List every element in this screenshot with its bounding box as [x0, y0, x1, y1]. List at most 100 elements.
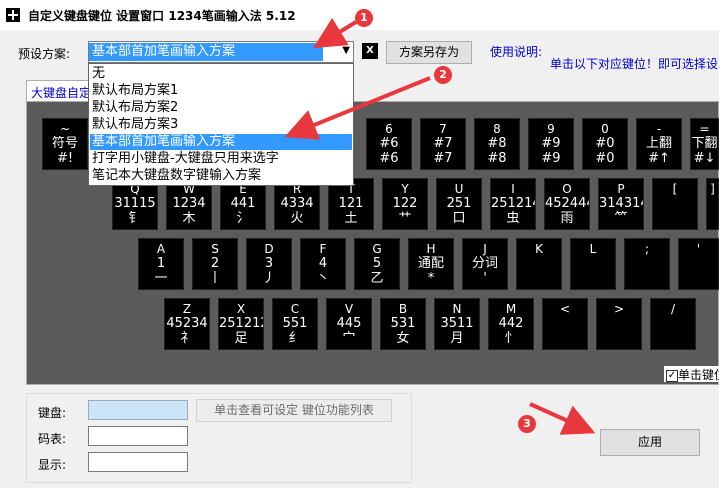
apply-button[interactable]: 应用: [600, 429, 700, 456]
key-row3-3[interactable]: F4丶: [300, 238, 346, 290]
key-label-l3: ': [483, 271, 487, 286]
key-row2-7[interactable]: I251214虫: [490, 178, 536, 230]
key-label-l3: 雨: [560, 211, 574, 226]
key-label-l2: #9: [541, 136, 561, 151]
key-row1-4[interactable]: 9 #9 #9: [528, 118, 574, 170]
key-label-l2: 251: [446, 196, 472, 211]
preset-dropdown-list: 无 默认布局方案1 默认布局方案2 默认布局方案3 基本部首加笔画输入方案 打字…: [88, 63, 354, 186]
preset-option-default-2[interactable]: 默认布局方案2: [90, 100, 352, 116]
key-row1-6[interactable]: - 上翻 #↑: [636, 118, 682, 170]
key-label-l2: 2512121: [219, 316, 263, 331]
key-row4-6[interactable]: M 442 忄: [488, 298, 534, 350]
preset-option-radical-stroke[interactable]: 基本部首加笔画输入方案: [90, 134, 352, 150]
key-row1-7[interactable]: = 下翻 #↓: [690, 118, 719, 170]
key-row4-3[interactable]: V 445 宀: [326, 298, 372, 350]
key-row2-10[interactable]: [: [652, 178, 698, 230]
key-label-l3: #↑: [648, 151, 670, 166]
key-label-l2: 122: [392, 196, 418, 211]
chevron-down-icon[interactable]: ▼: [342, 45, 350, 56]
key-label-l2: 531: [390, 316, 416, 331]
single-click-checkbox[interactable]: ✓单击键位: [664, 366, 719, 382]
key-label-l1: 7: [439, 123, 447, 136]
key-label-l3: #6: [379, 151, 399, 166]
key-label-l1: U: [454, 183, 464, 196]
key-row4-9[interactable]: /: [650, 298, 696, 350]
preset-option-numpad[interactable]: 打字用小键盘-大键盘只用来选字: [90, 151, 352, 167]
key-label-l3: 忄: [504, 331, 518, 346]
display-field[interactable]: [88, 452, 188, 472]
key-label-l2: 通配: [417, 256, 444, 271]
key-row4-1[interactable]: X2512121足: [218, 298, 264, 350]
key-label-l3: 虫: [506, 211, 520, 226]
annotation-arrow-3: [529, 402, 596, 435]
key-label-l2: 4334: [280, 196, 314, 211]
key-row2-8[interactable]: O452444雨: [544, 178, 590, 230]
key-row3-6[interactable]: J 分词 ': [462, 238, 508, 290]
key-row4-5[interactable]: N 3511 月: [434, 298, 480, 350]
key-row3-9[interactable]: ;: [624, 238, 670, 290]
key-label-l2: #7: [433, 136, 453, 151]
key-row1-2[interactable]: 7 #7 #7: [420, 118, 466, 170]
key-row2-5[interactable]: Y 122 艹: [382, 178, 428, 230]
key-row4-0[interactable]: Z 45234 礻: [164, 298, 210, 350]
key-label-l1: K: [535, 243, 543, 256]
key-label-l2: 2: [210, 256, 220, 271]
preset-option-default-1[interactable]: 默认布局方案1: [90, 83, 352, 99]
key-label-l2: #8: [487, 136, 507, 151]
key-label-l2: 上翻: [645, 136, 672, 151]
key-label-l3: 女: [396, 331, 410, 346]
key-label-l2: 3511: [440, 316, 474, 331]
preset-select[interactable]: 基本部首加笔画输入方案 ▼: [88, 41, 354, 63]
key-row3-1[interactable]: S2丨: [192, 238, 238, 290]
key-label-l3: #!: [56, 151, 74, 166]
key-row4-8[interactable]: >: [596, 298, 642, 350]
key-label-l1: H: [426, 243, 436, 256]
key-row1-0[interactable]: ~ 符号 #!: [42, 118, 88, 170]
key-label-l1: /: [670, 303, 676, 316]
clear-preset-button[interactable]: X: [362, 43, 378, 59]
key-row2-6[interactable]: U 251 口: [436, 178, 482, 230]
key-label-l3: #↓: [693, 151, 716, 166]
checkmark-icon[interactable]: ✓: [666, 369, 678, 382]
key-label-l3: 乙: [370, 271, 384, 286]
function-list-button[interactable]: 单击查看可设定 键位功能列表: [196, 399, 392, 422]
preset-option-default-3[interactable]: 默认布局方案3: [90, 117, 352, 133]
key-row3-10[interactable]: ': [678, 238, 719, 290]
key-label-l3: *: [427, 271, 435, 286]
preset-option-none[interactable]: 无: [90, 66, 352, 82]
key-label-l1: Y: [401, 183, 409, 196]
key-field[interactable]: [88, 400, 188, 420]
key-row4-4[interactable]: B 531 女: [380, 298, 426, 350]
key-row3-0[interactable]: A1一: [138, 238, 184, 290]
key-row3-4[interactable]: G5乙: [354, 238, 400, 290]
key-label-l1: ]: [710, 183, 715, 196]
key-label-l1: <: [559, 303, 571, 316]
key-label-l3: 口: [452, 211, 466, 226]
key-row3-2[interactable]: D3丿: [246, 238, 292, 290]
key-label-l2: 45234: [166, 316, 208, 331]
key-label-l2: 3: [264, 256, 274, 271]
key-label-l2: 5: [372, 256, 382, 271]
key-label-l1: X: [236, 303, 246, 316]
preset-option-laptop[interactable]: 笔记本大键盘数字键输入方案: [90, 168, 352, 184]
key-row1-1[interactable]: 6 #6 #6: [366, 118, 412, 170]
key-row3-8[interactable]: L: [570, 238, 616, 290]
key-label-l1: ;: [644, 243, 650, 256]
key-label-l1: S: [211, 243, 219, 256]
tab-big-keyboard[interactable]: 大键盘自定: [26, 80, 96, 102]
app-icon: [6, 8, 20, 22]
key-row1-3[interactable]: 8 #8 #8: [474, 118, 520, 170]
key-row4-2[interactable]: C 551 纟: [272, 298, 318, 350]
key-row2-11[interactable]: ]: [706, 178, 719, 230]
key-row3-7[interactable]: K: [516, 238, 562, 290]
key-row2-9[interactable]: P314314⺮: [598, 178, 644, 230]
key-label-l2: 分词: [471, 256, 498, 271]
annotation-badge-2: 2: [434, 66, 452, 84]
key-label-l1: =: [699, 123, 710, 136]
code-field[interactable]: [88, 426, 188, 446]
key-label-l2: 441: [230, 196, 256, 211]
save-as-button[interactable]: 方案另存为: [386, 41, 472, 64]
key-row3-5[interactable]: H 通配 *: [408, 238, 454, 290]
key-row1-5[interactable]: 0 #0 #0: [582, 118, 628, 170]
key-row4-7[interactable]: <: [542, 298, 588, 350]
